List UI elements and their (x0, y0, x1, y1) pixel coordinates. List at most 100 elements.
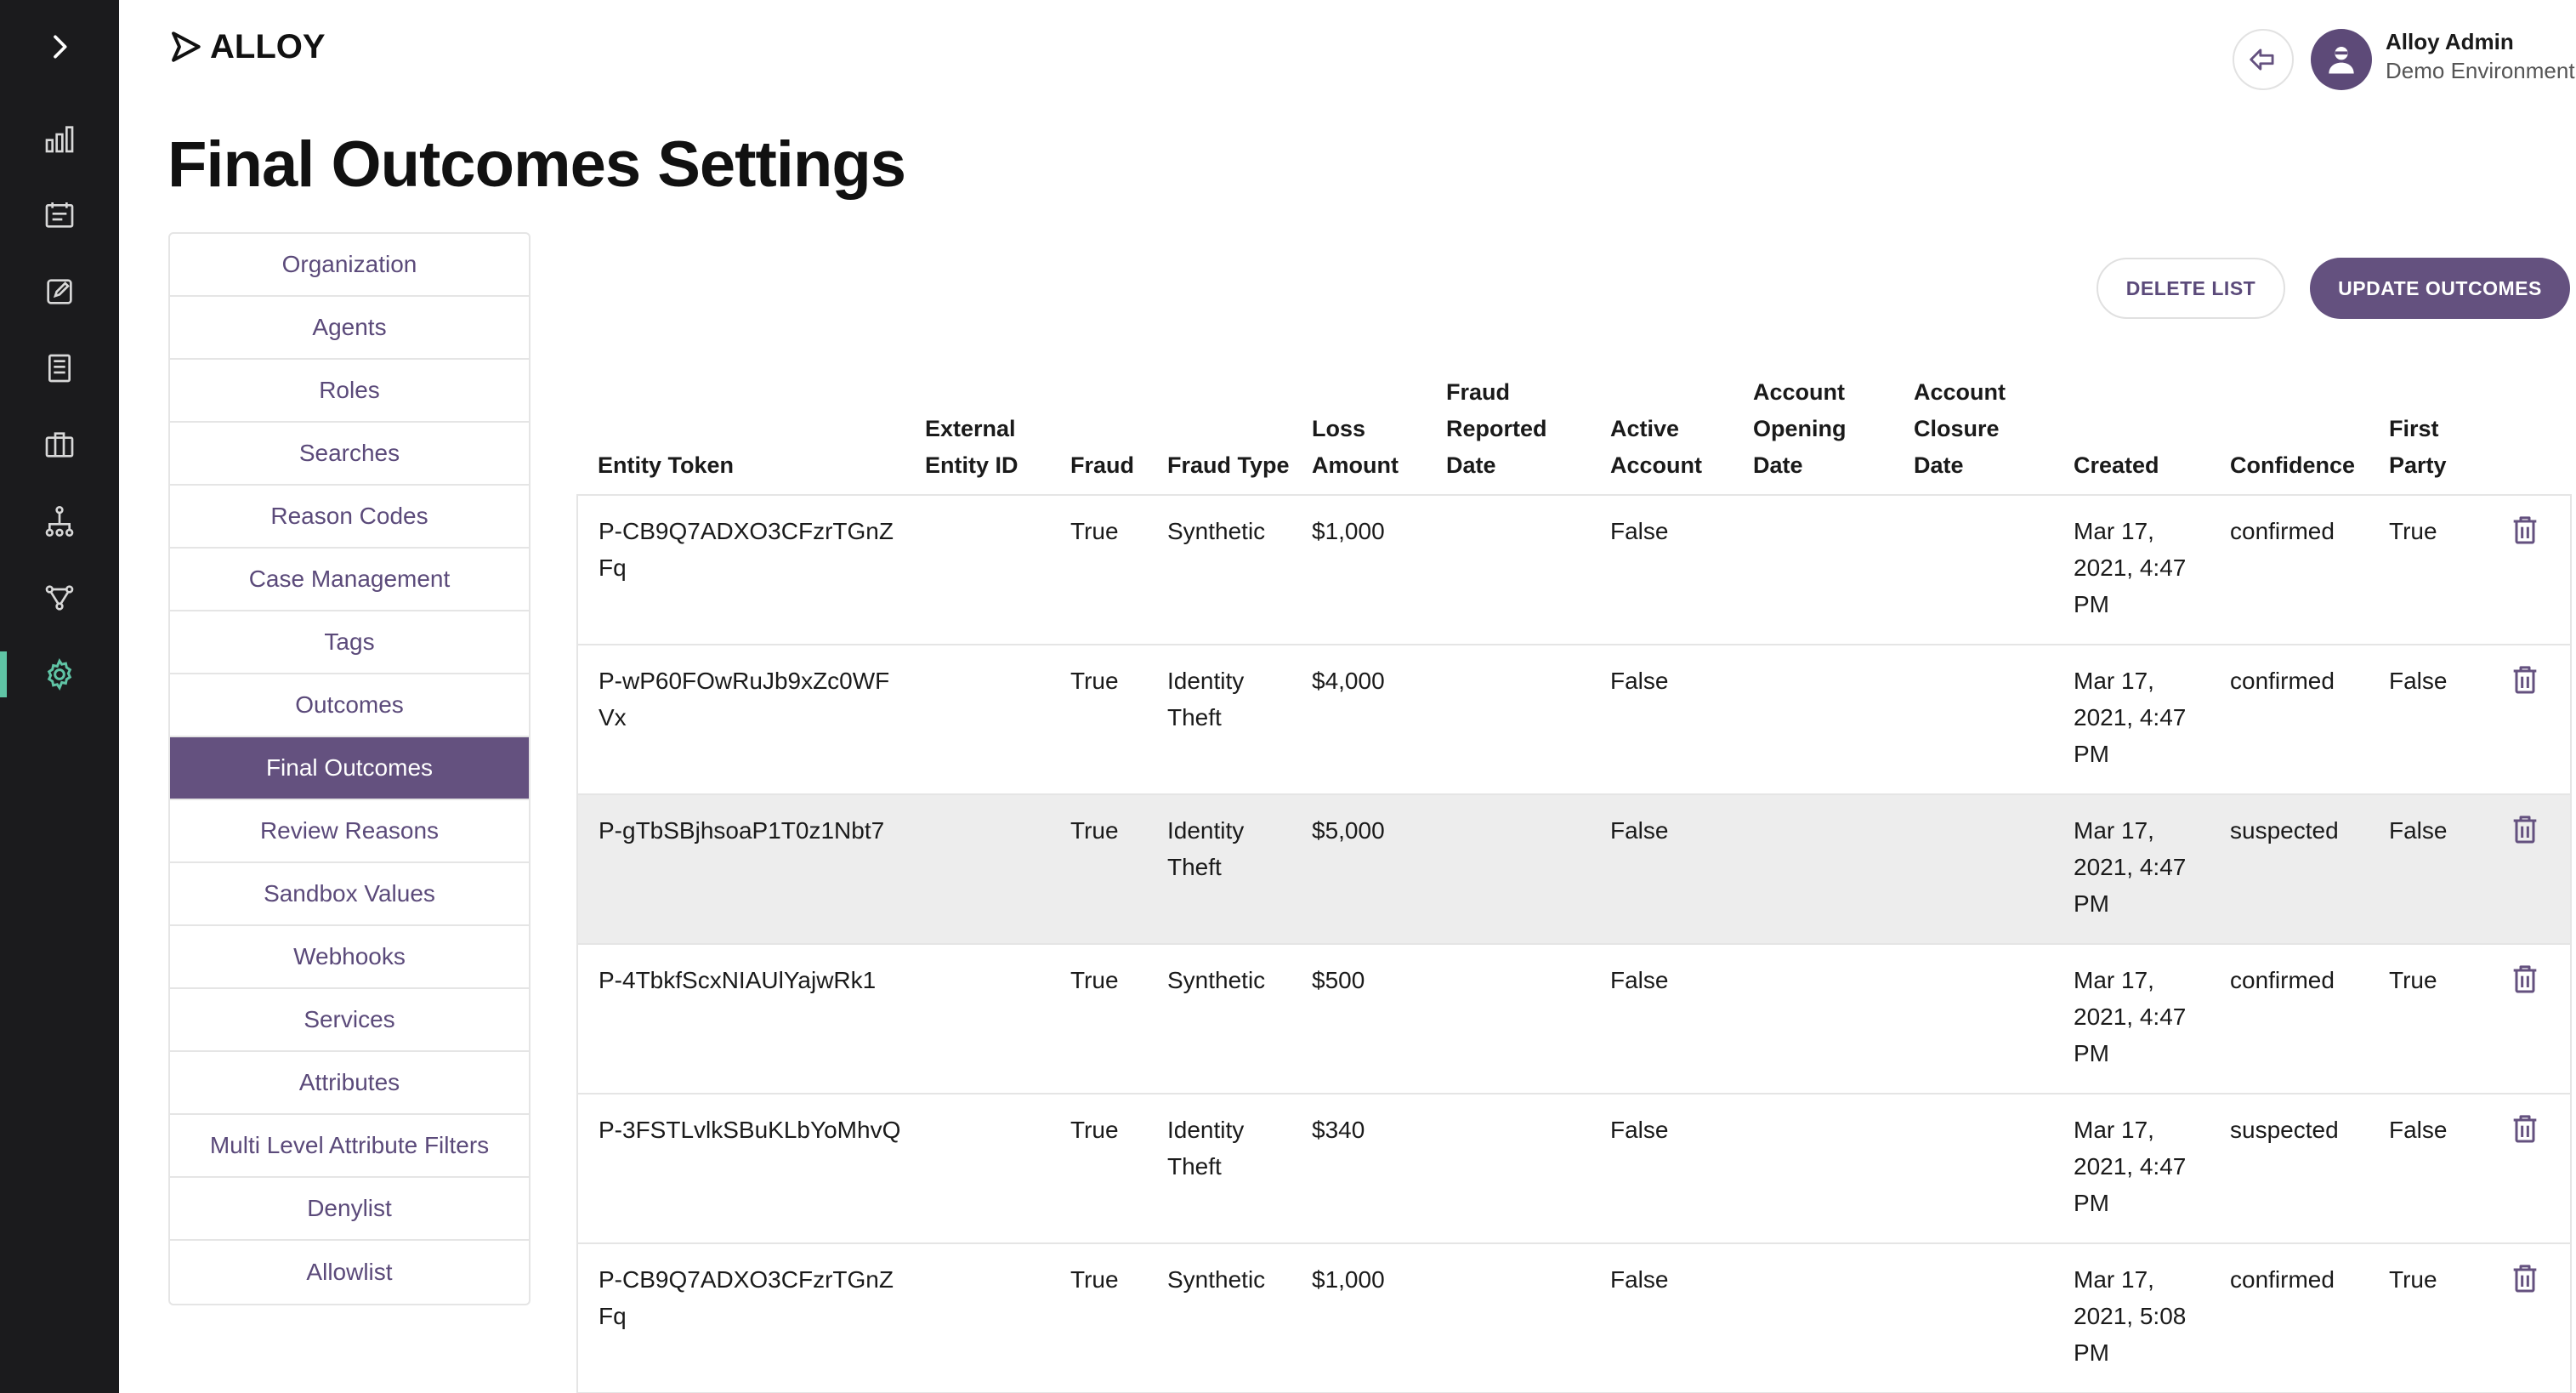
delete-row-button[interactable] (2508, 962, 2542, 996)
column-header-first-party: First Party (2369, 374, 2488, 496)
back-arrow-icon (2250, 48, 2274, 71)
cell-fraud-type: Synthetic (1147, 944, 1291, 1094)
cell-created: Mar 17, 2021, 4:47 PM (2053, 944, 2210, 1094)
cell-closure-date (1893, 944, 2053, 1094)
settings-nav-item-review-reasons[interactable]: Review Reasons (170, 800, 529, 863)
cell-external-id (905, 495, 1050, 645)
table-body: P-CB9Q7ADXO3CFzrTGnZFq True Synthetic $1,00… (577, 495, 2571, 1393)
gear-icon (47, 658, 72, 691)
settings-nav-item-final-outcomes[interactable]: Final Outcomes (170, 737, 529, 800)
rail-item-settings[interactable] (0, 636, 119, 713)
column-header-fraud-type: Fraud Type (1147, 374, 1291, 496)
cell-fraud-type: Identity Theft (1147, 645, 1291, 795)
settings-nav-item-organization[interactable]: Organization (170, 234, 529, 297)
table-row[interactable]: P-wP60FOwRuJb9xZc0WFVx True Identity Theft… (577, 645, 2571, 795)
table-row[interactable]: P-4TbkfScxNIAUlYajwRk1 True Synthetic $500 F… (577, 944, 2571, 1094)
cell-entity-token: P-4TbkfScxNIAUlYajwRk1 (577, 944, 905, 1094)
rail-item-review[interactable] (0, 253, 119, 330)
document-icon (48, 354, 71, 383)
cell-fraud-type: Synthetic (1147, 1243, 1291, 1393)
avatar[interactable] (2311, 29, 2372, 90)
delete-list-button[interactable]: DELETE LIST (2097, 258, 2285, 319)
expand-rail-button[interactable] (0, 9, 119, 85)
column-header-fraud: Fraud (1050, 374, 1147, 496)
cell-entity-token: P-wP60FOwRuJb9xZc0WFVx (577, 645, 905, 795)
settings-nav-item-outcomes[interactable]: Outcomes (170, 674, 529, 737)
settings-nav-item-allowlist[interactable]: Allowlist (170, 1241, 529, 1304)
column-header-account-opening-date: Account Opening Date (1733, 374, 1893, 496)
settings-nav-item-services[interactable]: Services (170, 989, 529, 1052)
cell-loss-amount: $4,000 (1291, 645, 1426, 795)
cell-active-account: False (1590, 645, 1733, 795)
cell-active-account: False (1590, 495, 1733, 645)
cell-fraud-reported-date (1426, 944, 1590, 1094)
column-header-fraud-reported-date: Fraud Reported Date (1426, 374, 1590, 496)
settings-nav-item-multi-level-attribute-filters[interactable]: Multi Level Attribute Filters (170, 1115, 529, 1178)
delete-row-button[interactable] (2508, 513, 2542, 547)
cell-confidence: suspected (2210, 794, 2369, 945)
logo-text: ALLOY (210, 27, 326, 65)
trash-icon (2513, 816, 2537, 844)
rail-item-journeys[interactable] (0, 560, 119, 636)
cell-actions (2488, 1094, 2571, 1244)
cell-actions (2488, 794, 2571, 945)
settings-nav-item-webhooks[interactable]: Webhooks (170, 926, 529, 989)
column-header-entity-token: Entity Token (577, 374, 905, 496)
settings-nav-item-attributes[interactable]: Attributes (170, 1052, 529, 1115)
delete-row-button[interactable] (2508, 1261, 2542, 1295)
cell-fraud: True (1050, 495, 1147, 645)
update-outcomes-button[interactable]: UPDATE OUTCOMES (2310, 258, 2570, 319)
delete-row-button[interactable] (2508, 812, 2542, 846)
cell-active-account: False (1590, 1243, 1733, 1393)
cell-created: Mar 17, 2021, 4:47 PM (2053, 794, 2210, 945)
column-header-loss-amount: Loss Amount (1291, 374, 1426, 496)
rail-item-analytics[interactable] (0, 100, 119, 177)
cell-first-party: True (2369, 944, 2488, 1094)
cell-confidence: confirmed (2210, 645, 2369, 795)
column-header-external-entity-id: External Entity ID (905, 374, 1050, 496)
cell-first-party: False (2369, 645, 2488, 795)
column-header-created: Created (2053, 374, 2210, 496)
cell-opening-date (1733, 794, 1893, 945)
rail-item-events[interactable] (0, 177, 119, 253)
table-row[interactable]: P-CB9Q7ADXO3CFzrTGnZFq True Synthetic $1,00… (577, 495, 2571, 645)
cell-external-id (905, 1094, 1050, 1244)
cell-loss-amount: $5,000 (1291, 794, 1426, 945)
settings-nav-item-sandbox-values[interactable]: Sandbox Values (170, 863, 529, 926)
table-row[interactable]: P-gTbSBjhsoaP1T0z1Nbt7 True Identity Theft… (577, 794, 2571, 945)
rail-item-cases[interactable] (0, 407, 119, 483)
cell-created: Mar 17, 2021, 5:08 PM (2053, 1243, 2210, 1393)
cell-loss-amount: $500 (1291, 944, 1426, 1094)
cell-closure-date (1893, 645, 2053, 795)
settings-nav-item-reason-codes[interactable]: Reason Codes (170, 486, 529, 549)
cell-created: Mar 17, 2021, 4:47 PM (2053, 1094, 2210, 1244)
back-button[interactable] (2233, 29, 2294, 90)
rail-item-documents[interactable] (0, 330, 119, 407)
cell-fraud-type: Identity Theft (1147, 1094, 1291, 1244)
settings-nav-item-tags[interactable]: Tags (170, 611, 529, 674)
settings-nav-item-searches[interactable]: Searches (170, 423, 529, 486)
table-row[interactable]: P-3FSTLvlkSBuKLbYoMhvQ True Identity Theft… (577, 1094, 2571, 1244)
user-environment: Demo Environment (2386, 58, 2575, 83)
settings-nav-item-case-management[interactable]: Case Management (170, 549, 529, 611)
cell-first-party: True (2369, 1243, 2488, 1393)
cell-confidence: confirmed (2210, 944, 2369, 1094)
cell-first-party: True (2369, 495, 2488, 645)
trash-icon (2513, 1115, 2537, 1143)
cell-entity-token: P-3FSTLvlkSBuKLbYoMhvQ (577, 1094, 905, 1244)
settings-nav-item-agents[interactable]: Agents (170, 297, 529, 360)
settings-nav-item-roles[interactable]: Roles (170, 360, 529, 423)
cell-opening-date (1733, 1094, 1893, 1244)
settings-nav-item-denylist[interactable]: Denylist (170, 1178, 529, 1241)
rail-item-workflows[interactable] (0, 483, 119, 560)
cell-fraud-type: Synthetic (1147, 495, 1291, 645)
table-row[interactable]: P-CB9Q7ADXO3CFzrTGnZFq True Synthetic $1,00… (577, 1243, 2571, 1393)
cell-actions (2488, 495, 2571, 645)
cell-closure-date (1893, 495, 2053, 645)
cell-closure-date (1893, 794, 2053, 945)
alloy-logo-mark-icon (172, 31, 201, 62)
delete-row-button[interactable] (2508, 662, 2542, 696)
cell-closure-date (1893, 1094, 2053, 1244)
delete-row-button[interactable] (2508, 1112, 2542, 1146)
alloy-logo[interactable]: ALLOY (167, 26, 326, 68)
